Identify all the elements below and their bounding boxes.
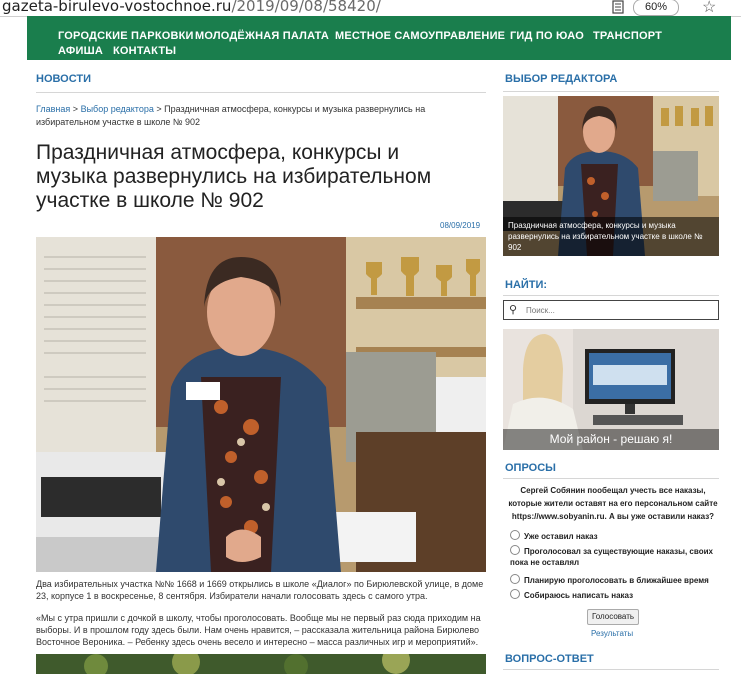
breadcrumb-home[interactable]: Главная [36, 104, 70, 114]
breadcrumb-category[interactable]: Выбор редактора [81, 104, 154, 114]
bookmark-star-icon[interactable]: ☆ [702, 0, 716, 17]
divider [503, 669, 719, 670]
radio-button[interactable] [510, 530, 520, 540]
divider [503, 478, 719, 479]
main-nav: ГОРОДСКИЕ ПАРКОВКИ МОЛОДЁЖНАЯ ПАЛАТА МЕС… [27, 16, 731, 60]
radio-button[interactable] [510, 545, 520, 555]
nav-item-transport[interactable]: ТРАНСПОРТ [593, 30, 662, 42]
editor-choice-title: ВЫБОР РЕДАКТОРА [505, 73, 618, 85]
search-input[interactable] [526, 303, 712, 317]
vote-button[interactable]: Голосовать [587, 609, 639, 625]
article-quote: «Мы с утра пришли с дочкой в школу, чтоб… [36, 613, 481, 647]
poll-option-label: Собираюсь написать наказ [524, 591, 634, 600]
search-box: ⚲ [503, 300, 719, 320]
poll-question: Сергей Собянин пообещал учесть все наказ… [508, 486, 718, 521]
banner-caption[interactable]: Мой район - решаю я! [503, 432, 719, 446]
divider [36, 92, 486, 93]
poll-option[interactable]: Уже оставил наказ [510, 530, 598, 542]
article-photo-2 [36, 654, 486, 674]
divider [503, 91, 719, 92]
article-title: Праздничная атмосфера, конкурсы и музыка… [36, 141, 432, 212]
nav-item-youth-chamber[interactable]: МОЛОДЁЖНАЯ ПАЛАТА [195, 30, 329, 42]
nav-item-contacts[interactable]: КОНТАКТЫ [113, 45, 176, 57]
my-district-banner[interactable]: Мой район - решаю я! [503, 329, 719, 450]
radio-button[interactable] [510, 574, 520, 584]
browser-address-bar[interactable]: gazeta-birulevo-vostochnoe.ru/2019/09/08… [0, 0, 741, 17]
results-link[interactable]: Результаты [591, 629, 633, 638]
nav-item-self-government[interactable]: МЕСТНОЕ САМОУПРАВЛЕНИЕ [335, 30, 505, 42]
editor-choice-caption[interactable]: Праздничная атмосфера, конкурсы и музыка… [503, 217, 719, 256]
qa-section-title: ВОПРОС-ОТВЕТ [505, 653, 594, 665]
search-section-title: НАЙТИ: [505, 279, 548, 291]
editor-choice-photo[interactable]: Праздничная атмосфера, конкурсы и музыка… [503, 96, 719, 256]
radio-button[interactable] [510, 589, 520, 599]
poll-option-label: Уже оставил наказ [524, 532, 598, 541]
article-date: 08/09/2019 [440, 221, 481, 230]
article-photo [36, 237, 486, 572]
url-text[interactable]: gazeta-birulevo-vostochnoe.ru/2019/09/08… [2, 0, 381, 15]
search-icon[interactable]: ⚲ [509, 303, 517, 316]
breadcrumb-sep: > [156, 104, 162, 114]
poll-option-label: Планирую проголосовать в ближайшее время [524, 576, 709, 585]
poll-option[interactable]: Проголосовал за существующие наказы, сво… [510, 545, 715, 568]
article-caption: Два избирательных участка №№ 1668 и 1669… [36, 579, 484, 601]
zoom-indicator[interactable]: 60% [633, 0, 679, 16]
nav-item-parking[interactable]: ГОРОДСКИЕ ПАРКОВКИ [58, 30, 194, 42]
poll-option-label: Проголосовал за существующие наказы, сво… [510, 547, 713, 567]
poll-option[interactable]: Собираюсь написать наказ [510, 589, 633, 601]
breadcrumb-sep: > [72, 104, 79, 114]
url-domain: gazeta-birulevo-vostochnoe.ru [2, 0, 232, 15]
poll-option[interactable]: Планирую проголосовать в ближайшее время [510, 574, 709, 586]
nav-item-afisha[interactable]: АФИША [58, 45, 103, 57]
breadcrumb: Главная > Выбор редактора > Праздничная … [36, 103, 486, 129]
nav-item-guide-yuao[interactable]: ГИД ПО ЮАО [510, 30, 584, 42]
news-section-title: НОВОСТИ [36, 73, 92, 85]
divider [503, 295, 719, 296]
polls-section-title: ОПРОСЫ [505, 462, 556, 474]
url-path: /2019/09/08/58420/ [231, 0, 381, 15]
reader-view-icon[interactable] [612, 0, 624, 14]
